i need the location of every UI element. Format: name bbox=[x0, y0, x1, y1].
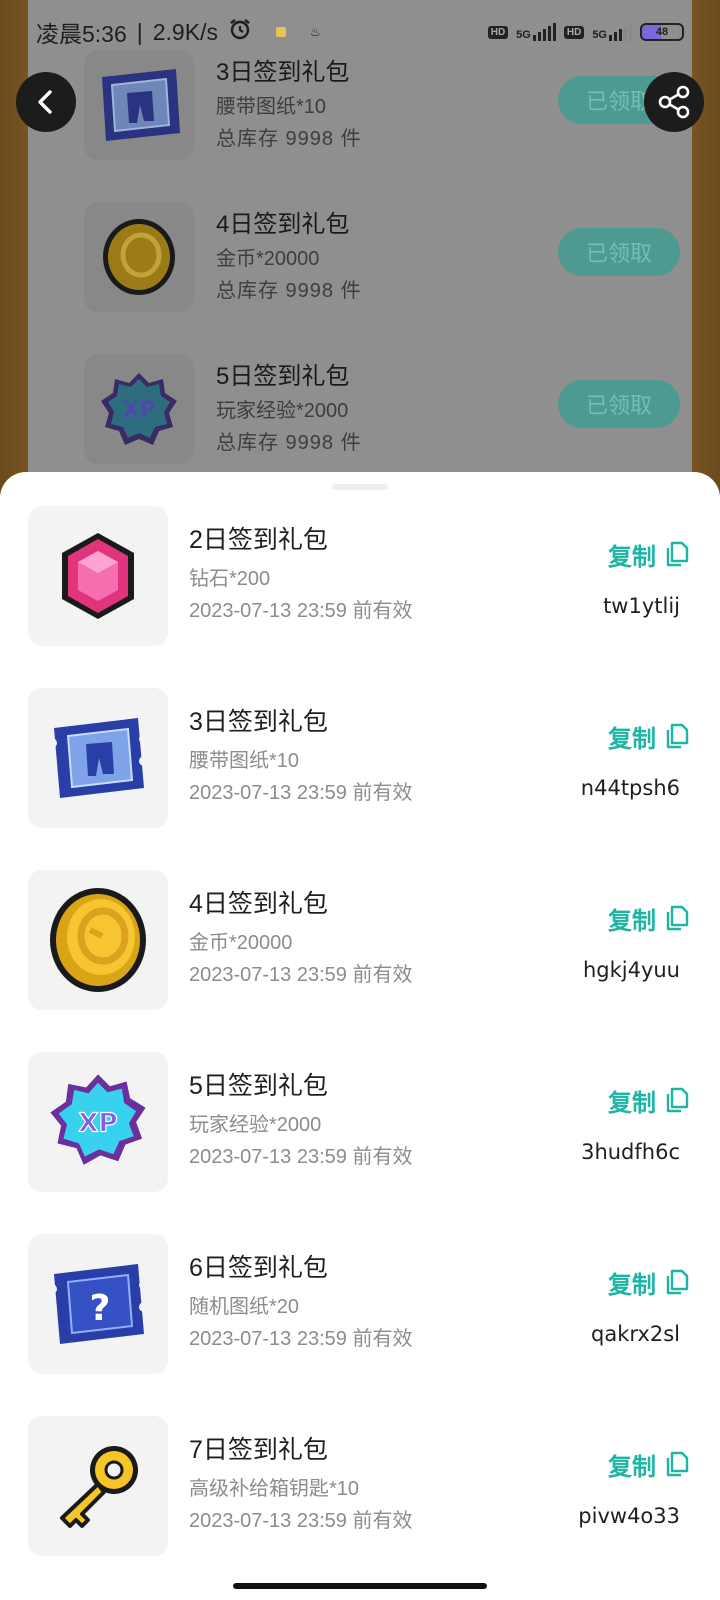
gift-desc: 高级补给箱钥匙*10 bbox=[189, 1478, 360, 1500]
gift-desc: 钻石*200 bbox=[189, 568, 271, 590]
gift-title: 5日签到礼包 bbox=[189, 1072, 328, 1100]
gift-expiry: 2023-07-13 23:59 前有效 bbox=[189, 1146, 413, 1168]
background-gift-row: 4日签到礼包 金币*20000 总库存 9998 件 已领取 bbox=[56, 202, 720, 352]
gift-title: 2日签到礼包 bbox=[189, 526, 328, 554]
notification-flame-icon: ♨ bbox=[309, 25, 321, 39]
xp-badge-icon: XP bbox=[84, 354, 194, 464]
copy-icon bbox=[666, 905, 689, 931]
golden-key-icon bbox=[28, 1416, 168, 1556]
network-label-secondary: 5G bbox=[592, 29, 607, 41]
gift-desc: 随机图纸*20 bbox=[189, 1296, 300, 1318]
copy-button[interactable]: 复制 bbox=[608, 1264, 690, 1300]
copy-label: 复制 bbox=[608, 543, 656, 571]
random-blueprint-icon: ? bbox=[28, 1234, 168, 1374]
status-network-speed: 2.9K/s bbox=[152, 18, 218, 45]
copy-button[interactable]: 复制 bbox=[608, 718, 690, 754]
xp-badge-icon: XP bbox=[28, 1052, 168, 1192]
gift-code: tw1ytlij bbox=[603, 594, 680, 618]
svg-text:XP: XP bbox=[122, 398, 155, 423]
background-gift-row: 3日签到礼包 腰带图纸*10 总库存 9998 件 已领取 bbox=[56, 50, 720, 200]
gift-expiry: 2023-07-13 23:59 前有效 bbox=[189, 964, 413, 986]
claimed-button: 已领取 bbox=[558, 380, 680, 428]
status-time: 凌晨5:36 bbox=[36, 21, 127, 47]
gift-expiry: 2023-07-13 23:59 前有效 bbox=[189, 1328, 413, 1350]
claimed-button: 已领取 bbox=[558, 228, 680, 276]
background-gift-desc: 腰带图纸*10 bbox=[216, 96, 327, 118]
gift-expiry: 2023-07-13 23:59 前有效 bbox=[189, 600, 413, 622]
copy-icon bbox=[666, 723, 689, 749]
gift-code-sheet[interactable]: 2日签到礼包 钻石*200 2023-07-13 23:59 前有效 复制 tw… bbox=[0, 472, 720, 1600]
gift-code: n44tpsh6 bbox=[580, 776, 680, 800]
battery-icon: 48 bbox=[640, 23, 684, 41]
blueprint-belt-icon bbox=[28, 688, 168, 828]
back-arrow-icon bbox=[38, 90, 52, 114]
share-button[interactable] bbox=[644, 72, 704, 132]
background-gift-stock: 总库存 9998 件 bbox=[216, 432, 362, 454]
svg-text:XP: XP bbox=[78, 1109, 117, 1139]
gift-row: 7日签到礼包 高级补给箱钥匙*10 2023-07-13 23:59 前有效 复… bbox=[0, 1416, 720, 1556]
background-gift-desc: 玩家经验*2000 bbox=[216, 400, 349, 422]
status-bar: 凌晨5:36 | 2.9K/s ♨ HD 5G HD 5G 48 bbox=[0, 0, 720, 64]
gift-code: hgkj4yuu bbox=[582, 958, 680, 982]
copy-icon bbox=[666, 1451, 689, 1477]
gift-row: 2日签到礼包 钻石*200 2023-07-13 23:59 前有效 复制 tw… bbox=[0, 506, 720, 646]
diamond-gem-icon bbox=[28, 506, 168, 646]
hd-badge-secondary: HD bbox=[563, 25, 585, 39]
gift-title: 3日签到礼包 bbox=[189, 708, 328, 736]
gift-title: 4日签到礼包 bbox=[189, 890, 328, 918]
gift-row: 3日签到礼包 腰带图纸*10 2023-07-13 23:59 前有效 复制 n… bbox=[0, 688, 720, 828]
background-gift-stock: 总库存 9998 件 bbox=[216, 280, 362, 302]
background-page: 3日签到礼包 腰带图纸*10 总库存 9998 件 已领取 4日签到礼包 金币*… bbox=[0, 0, 720, 480]
background-card: 3日签到礼包 腰带图纸*10 总库存 9998 件 已领取 4日签到礼包 金币*… bbox=[28, 0, 692, 480]
svg-text:?: ? bbox=[90, 1288, 111, 1329]
copy-button[interactable]: 复制 bbox=[608, 1082, 690, 1118]
copy-button[interactable]: 复制 bbox=[608, 1446, 690, 1482]
background-gift-title: 5日签到礼包 bbox=[216, 363, 350, 390]
copy-icon bbox=[666, 1087, 689, 1113]
gift-desc: 腰带图纸*10 bbox=[189, 750, 300, 772]
gift-desc: 玩家经验*2000 bbox=[189, 1114, 322, 1136]
gift-code: pivw4o33 bbox=[578, 1504, 680, 1528]
gold-coin-icon bbox=[84, 202, 194, 312]
copy-label: 复制 bbox=[608, 1453, 656, 1481]
gift-title: 7日签到礼包 bbox=[189, 1436, 328, 1464]
home-indicator[interactable] bbox=[233, 1583, 487, 1589]
gift-expiry: 2023-07-13 23:59 前有效 bbox=[189, 782, 413, 804]
hd-badge: HD bbox=[487, 25, 509, 39]
copy-button[interactable]: 复制 bbox=[608, 536, 690, 572]
copy-label: 复制 bbox=[608, 1271, 656, 1299]
notification-app-icon bbox=[275, 27, 286, 37]
background-gift-desc: 金币*20000 bbox=[216, 248, 320, 270]
gift-row: XP 5日签到礼包 玩家经验*2000 2023-07-13 23:59 前有效… bbox=[0, 1052, 720, 1192]
gift-row: ? 6日签到礼包 随机图纸*20 2023-07-13 23:59 前有效 复制… bbox=[0, 1234, 720, 1374]
copy-icon bbox=[666, 1269, 689, 1295]
background-gift-title: 4日签到礼包 bbox=[216, 211, 350, 238]
gift-code: qakrx2sl bbox=[591, 1322, 680, 1346]
copy-label: 复制 bbox=[608, 1089, 656, 1117]
gift-desc: 金币*20000 bbox=[189, 932, 293, 954]
blueprint-belt-icon bbox=[84, 50, 194, 160]
copy-icon bbox=[666, 541, 689, 567]
background-gift-stock: 总库存 9998 件 bbox=[216, 128, 362, 150]
gift-title: 6日签到礼包 bbox=[189, 1254, 328, 1282]
alarm-icon bbox=[228, 17, 252, 47]
copy-label: 复制 bbox=[608, 907, 656, 935]
signal-5g-secondary-icon: 5G bbox=[592, 23, 632, 41]
network-label: 5G bbox=[516, 29, 531, 41]
signal-5g-icon: 5G bbox=[516, 23, 556, 41]
back-button[interactable] bbox=[16, 72, 76, 132]
sheet-drag-handle[interactable] bbox=[332, 484, 388, 490]
gift-code: 3hudfh6c bbox=[581, 1140, 680, 1164]
background-gift-row: XP 5日签到礼包 玩家经验*2000 总库存 9998 件 已领取 bbox=[56, 354, 720, 480]
status-separator: | bbox=[136, 18, 143, 45]
gift-expiry: 2023-07-13 23:59 前有效 bbox=[189, 1510, 413, 1532]
share-icon bbox=[658, 85, 690, 119]
copy-button[interactable]: 复制 bbox=[608, 900, 690, 936]
gift-row: 4日签到礼包 金币*20000 2023-07-13 23:59 前有效 复制 … bbox=[0, 870, 720, 1010]
battery-level: 48 bbox=[655, 26, 669, 38]
gold-coin-icon bbox=[28, 870, 168, 1010]
copy-label: 复制 bbox=[608, 725, 656, 753]
